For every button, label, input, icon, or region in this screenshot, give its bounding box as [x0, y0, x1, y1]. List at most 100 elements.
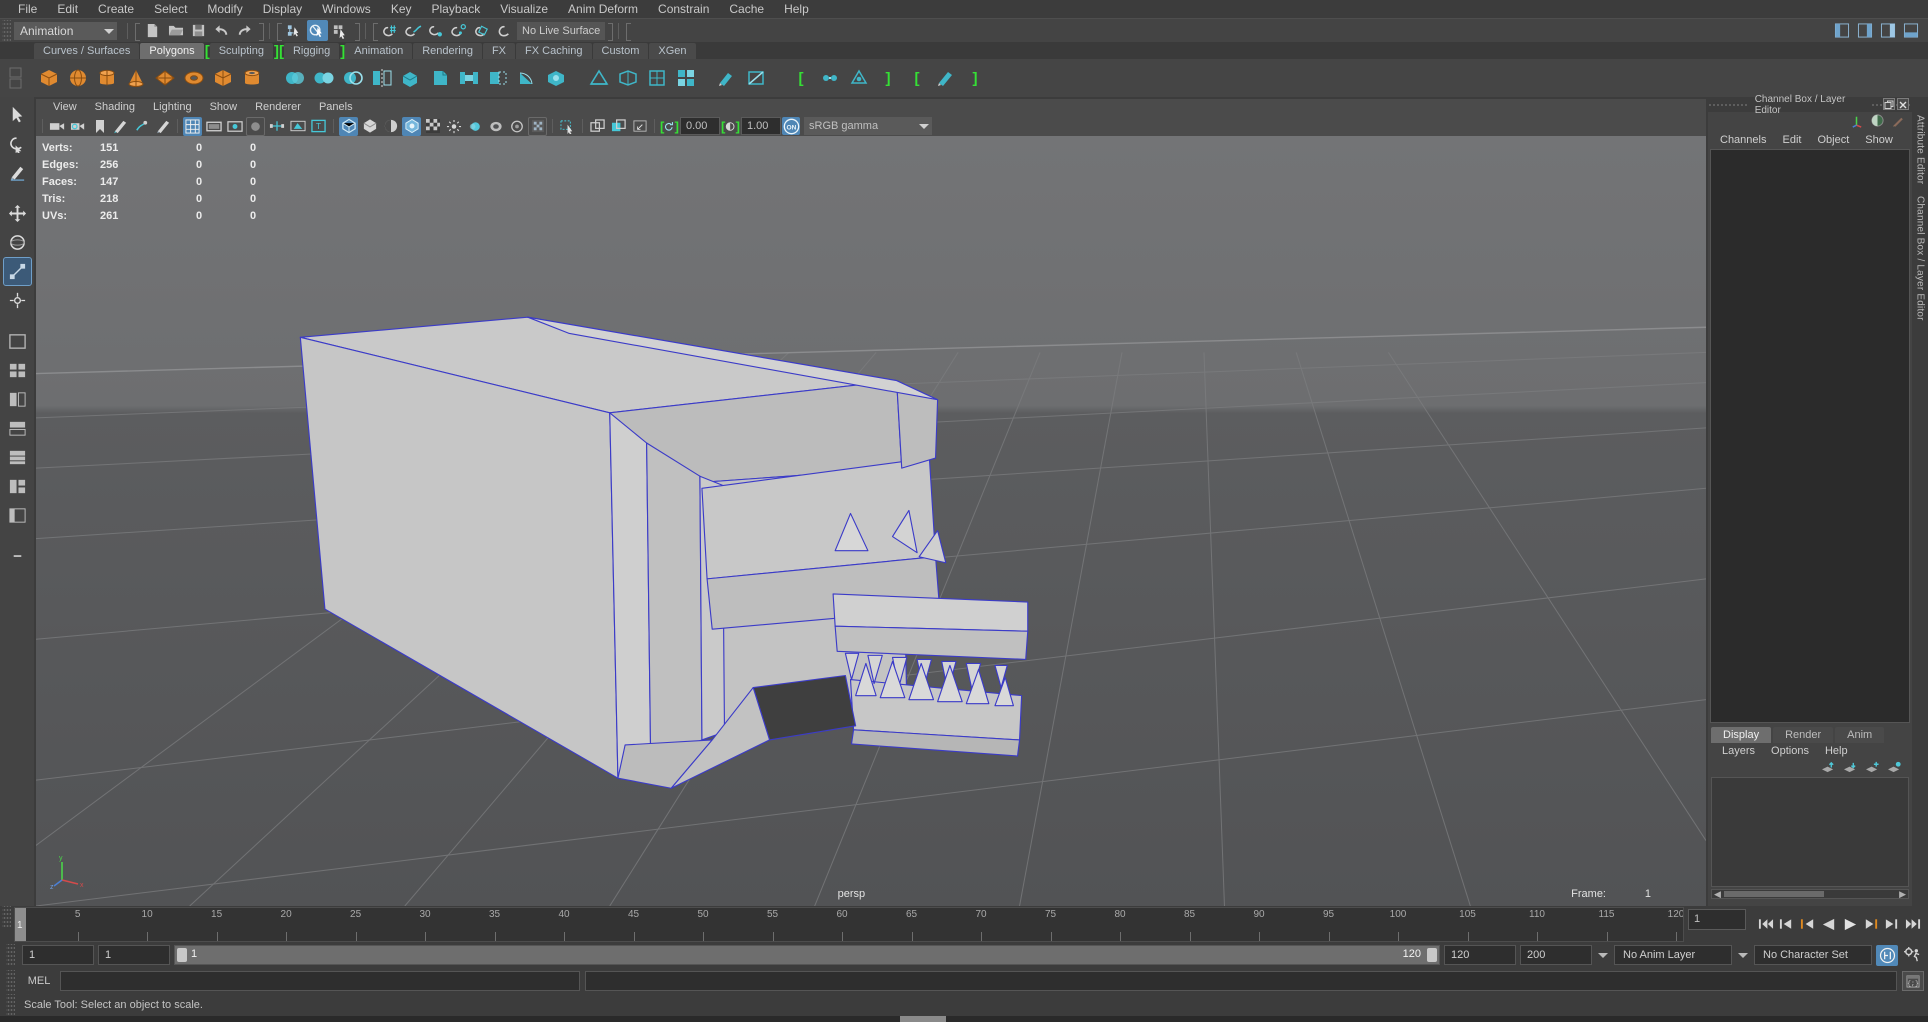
menu-playback[interactable]: Playback — [422, 0, 491, 18]
motion-blur-icon[interactable] — [465, 117, 484, 136]
shelf-grip[interactable] — [0, 59, 30, 97]
layer-new-icon[interactable] — [1865, 761, 1880, 777]
gamma-reset-icon[interactable]: [ ] — [721, 117, 740, 136]
select-region-icon[interactable] — [558, 117, 577, 136]
uv-planar-icon[interactable] — [615, 65, 641, 91]
time-slider-grip[interactable] — [2, 906, 11, 928]
two-pane-stacked-layout[interactable] — [4, 444, 31, 471]
color-management-toggle-icon[interactable]: ON — [782, 117, 800, 135]
poly-bridge-icon[interactable] — [456, 65, 482, 91]
layer-list[interactable] — [1711, 777, 1909, 887]
poly-cube-icon[interactable] — [36, 65, 62, 91]
menu-file[interactable]: File — [8, 0, 47, 18]
snap-view-plane-icon[interactable] — [472, 20, 493, 41]
save-scene-icon[interactable] — [188, 20, 209, 41]
shadows-icon[interactable] — [423, 117, 442, 136]
scroll-left-arrow-icon[interactable]: ◀ — [1714, 890, 1721, 898]
character-set-field[interactable]: No Character Set — [1754, 945, 1872, 965]
uv-editor-icon[interactable] — [586, 65, 612, 91]
command-input-field[interactable] — [60, 971, 580, 991]
open-scene-icon[interactable] — [165, 20, 186, 41]
select-camera-icon[interactable] — [48, 117, 67, 136]
scroll-thumb[interactable] — [1724, 891, 1824, 897]
poly-merge-icon[interactable] — [846, 65, 872, 91]
menu-key[interactable]: Key — [381, 0, 422, 18]
status-line-grip[interactable] — [2, 20, 11, 42]
snap-grid-icon[interactable] — [380, 20, 401, 41]
layer-tab-display[interactable]: Display — [1711, 727, 1771, 743]
layer-new-from-selected-icon[interactable] — [1887, 761, 1902, 777]
command-language-label[interactable]: MEL — [23, 975, 55, 987]
snap-curve-icon[interactable] — [403, 20, 424, 41]
show-hide-attribute-editor-icon[interactable] — [1854, 20, 1875, 41]
menu-display[interactable]: Display — [253, 0, 312, 18]
paint-select-tool[interactable] — [4, 159, 31, 186]
viewport-menu-view[interactable]: View — [44, 99, 86, 116]
menu-windows[interactable]: Windows — [312, 0, 381, 18]
menu-select[interactable]: Select — [144, 0, 197, 18]
shelf-tab-custom[interactable]: Custom — [593, 43, 649, 59]
animation-end-time-field[interactable]: 200 — [1520, 945, 1592, 965]
shelf-tab-sculpting[interactable]: Sculpting — [210, 43, 273, 59]
three-pane-split-layout[interactable] — [4, 473, 31, 500]
shelf-tab-curves-surfaces[interactable]: Curves / Surfaces — [34, 43, 139, 59]
persp-graph-layout[interactable] — [4, 415, 31, 442]
view-transform-dropdown-arrow[interactable] — [914, 117, 932, 135]
viewport-menu-show[interactable]: Show — [201, 99, 247, 116]
vertical-tab-channel-box[interactable]: Channel Box / Layer Editor — [1915, 196, 1926, 321]
more-layouts[interactable] — [4, 543, 31, 570]
bookmark-icon[interactable] — [90, 117, 109, 136]
range-slider-right-handle[interactable] — [1427, 948, 1437, 962]
grid-toggle-icon[interactable] — [183, 117, 202, 136]
viewport-snapshot-icon[interactable] — [588, 117, 607, 136]
two-sided-lighting-icon[interactable] — [132, 117, 151, 136]
gate-mask-icon[interactable] — [246, 117, 265, 136]
poly-torus-icon[interactable] — [181, 65, 207, 91]
snap-point-icon[interactable] — [426, 20, 447, 41]
use-all-lights-icon[interactable] — [402, 117, 421, 136]
viewport-copy-icon[interactable] — [609, 117, 628, 136]
vertical-tab-attribute-editor[interactable]: Attribute Editor — [1915, 115, 1926, 184]
step-back-key-icon[interactable] — [1798, 915, 1817, 934]
layer-menu-layers[interactable]: Layers — [1714, 743, 1763, 760]
layer-menu-options[interactable]: Options — [1763, 743, 1817, 760]
hardware-texturing-icon[interactable] — [381, 117, 400, 136]
animation-start-time-field[interactable]: 1 — [22, 945, 94, 965]
image-plane-icon[interactable] — [111, 117, 130, 136]
viewport-expand-icon[interactable] — [630, 117, 649, 136]
menu-constrain[interactable]: Constrain — [648, 0, 719, 18]
command-line-grip[interactable] — [6, 970, 15, 992]
shelf-tab-rendering[interactable]: Rendering — [413, 43, 482, 59]
character-set-dropdown-arrow[interactable] — [1736, 945, 1750, 965]
layer-menu-help[interactable]: Help — [1817, 743, 1856, 760]
select-component-icon[interactable] — [330, 20, 351, 41]
script-editor-icon[interactable]: {;} — [1902, 971, 1924, 991]
layer-list-scrollbar[interactable]: ◀ ▶ — [1711, 889, 1909, 899]
time-slider-ruler[interactable]: 1 51015202530354045505560657075808590951… — [14, 907, 1684, 942]
shelf-tab-rigging[interactable]: Rigging — [284, 43, 339, 59]
menu-help[interactable]: Help — [774, 0, 819, 18]
poly-bevel-icon[interactable] — [427, 65, 453, 91]
poly-plane-icon[interactable] — [152, 65, 178, 91]
view-transform-field[interactable]: sRGB gamma — [804, 117, 914, 135]
poly-booleans-icon[interactable] — [340, 65, 366, 91]
gamma-field[interactable]: 1.00 — [741, 117, 781, 135]
menu-cache[interactable]: Cache — [719, 0, 774, 18]
poly-target-weld-icon[interactable] — [817, 65, 843, 91]
rotate-tool[interactable] — [4, 229, 31, 256]
menu-edit[interactable]: Edit — [47, 0, 88, 18]
poly-combine-icon[interactable] — [282, 65, 308, 91]
outliner-persp-layout[interactable] — [4, 502, 31, 529]
go-to-end-icon[interactable] — [1903, 915, 1922, 934]
viewport-menu-panels[interactable]: Panels — [310, 99, 362, 116]
resolution-gate-icon[interactable] — [225, 117, 244, 136]
show-manipulator-tool[interactable] — [4, 287, 31, 314]
shelf-tab-fx-caching[interactable]: FX Caching — [516, 43, 591, 59]
show-hide-modeling-toolkit-icon[interactable] — [1831, 20, 1852, 41]
show-hide-channel-box-icon[interactable] — [1877, 20, 1898, 41]
move-tool[interactable] — [4, 200, 31, 227]
layer-tab-anim[interactable]: Anim — [1835, 727, 1884, 743]
poly-cylinder-icon[interactable] — [94, 65, 120, 91]
scale-tool[interactable] — [4, 258, 31, 285]
camera-attributes-icon[interactable] — [69, 117, 88, 136]
